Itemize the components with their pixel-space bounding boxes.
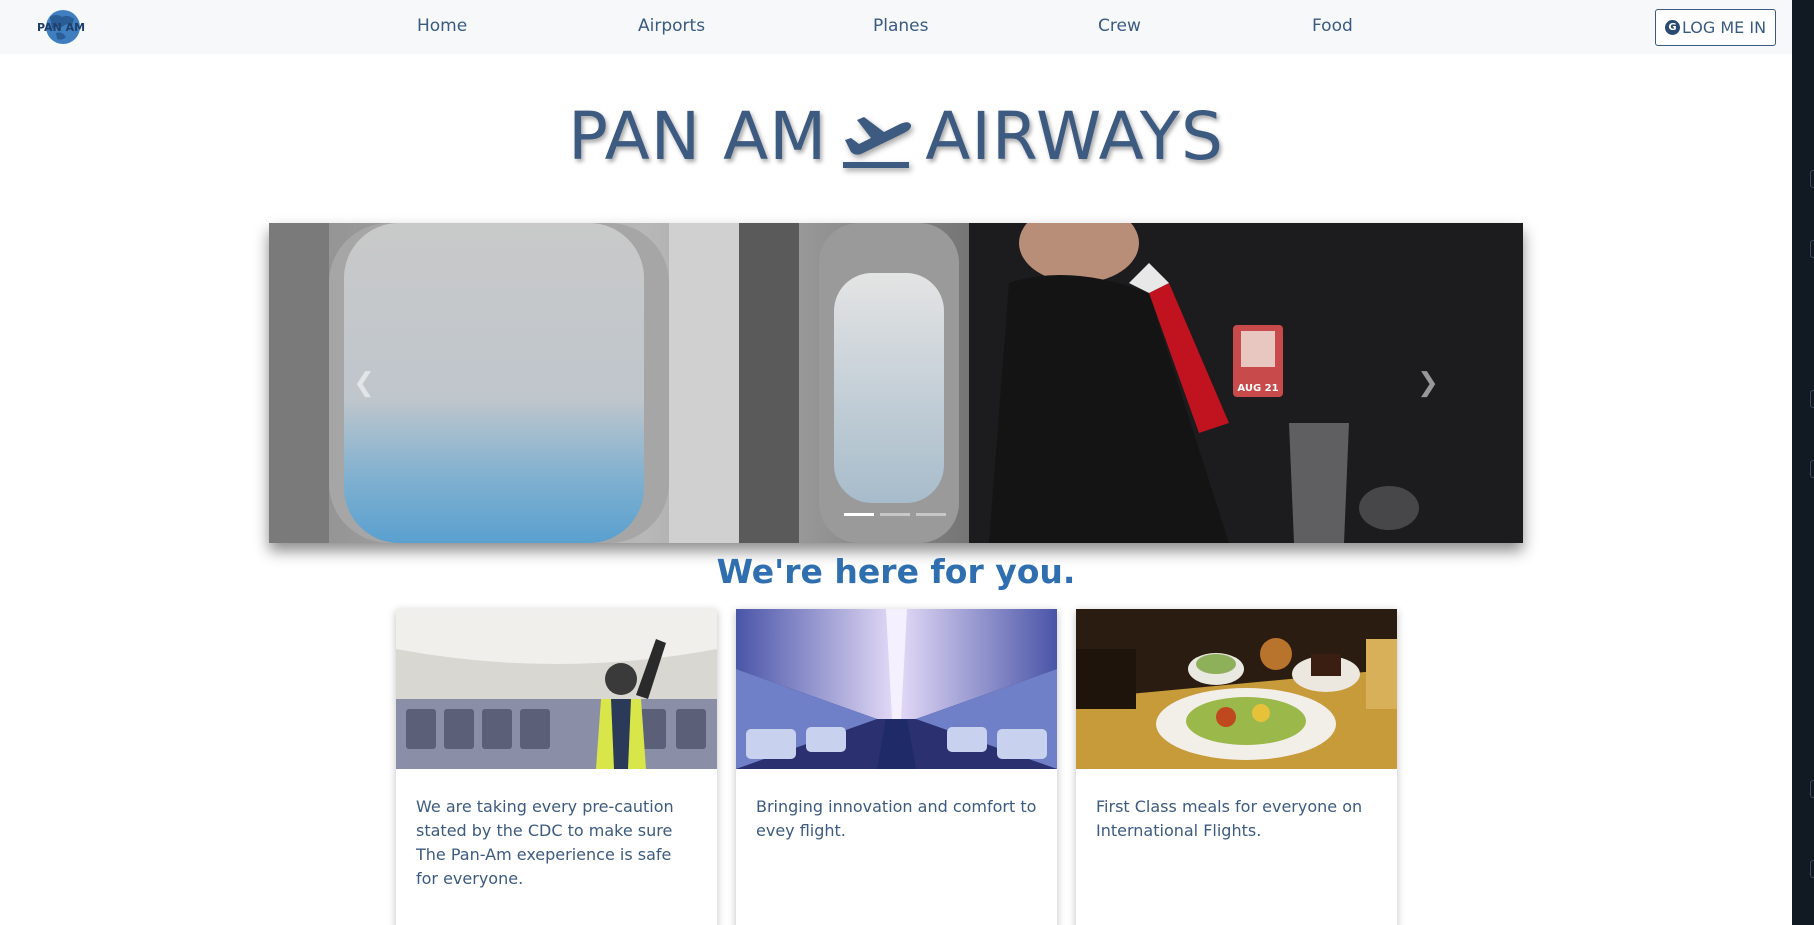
carousel-indicator-3[interactable] <box>916 513 946 516</box>
carousel-next-button[interactable]: ❯ <box>1413 363 1443 403</box>
cabin-interior-image <box>736 609 1057 769</box>
svg-text:AUG 21: AUG 21 <box>1237 383 1278 394</box>
browser-side-strip <box>1792 0 1814 925</box>
carousel-indicators <box>844 513 946 516</box>
section-heading: We're here for you. <box>716 552 1076 591</box>
carousel-prev-button[interactable]: ❮ <box>349 363 379 403</box>
card-meals-text: First Class meals for everyone on Intern… <box>1096 797 1363 840</box>
chevron-right-icon: ❯ <box>1417 368 1439 398</box>
pan-am-logo[interactable]: PAN AM <box>26 5 96 47</box>
nav-crew[interactable]: Crew <box>1098 16 1141 36</box>
chevron-left-icon: ❮ <box>353 368 375 398</box>
login-label: LOG ME IN <box>1681 18 1767 37</box>
navbar: PAN AM Home Airports Planes Crew Food G … <box>0 0 1792 54</box>
title-left: PAN AM <box>568 98 828 175</box>
meal-tray-image <box>1076 609 1397 769</box>
nav-home[interactable]: Home <box>417 16 467 36</box>
carousel-indicator-2[interactable] <box>880 513 910 516</box>
plane-takeoff-icon <box>843 116 912 168</box>
card-meals: First Class meals for everyone on Intern… <box>1076 609 1397 925</box>
card-safety: We are taking every pre-caution stated b… <box>396 609 717 925</box>
title-right: AIRWAYS <box>925 98 1224 175</box>
svg-text:PAN AM: PAN AM <box>37 21 85 34</box>
card-innovation-text: Bringing innovation and comfort to evey … <box>756 797 1037 840</box>
nav-airports[interactable]: Airports <box>638 16 705 36</box>
site-title: PAN AM AIRWAYS <box>0 98 1792 175</box>
cabin-cleaning-image <box>396 609 717 769</box>
card-safety-text: We are taking every pre-caution stated b… <box>416 797 674 888</box>
carousel-indicator-1[interactable] <box>844 513 874 516</box>
nav-planes[interactable]: Planes <box>873 16 928 36</box>
card-innovation: Bringing innovation and comfort to evey … <box>736 609 1057 925</box>
image-carousel[interactable]: AUG 21 ❮ ❯ <box>269 223 1523 543</box>
login-button[interactable]: G LOG ME IN <box>1655 9 1776 46</box>
google-icon: G <box>1664 20 1680 35</box>
nav-food[interactable]: Food <box>1312 16 1353 36</box>
cabin-window-slide-image: AUG 21 <box>269 223 1523 543</box>
